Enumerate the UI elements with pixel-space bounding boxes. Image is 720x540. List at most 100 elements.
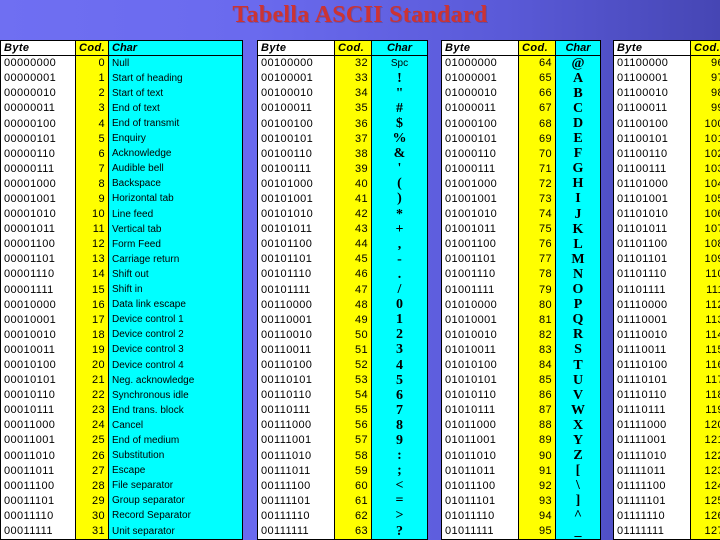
- table-row: 01101111111o: [614, 282, 720, 298]
- cell-byte: 00111010: [258, 448, 334, 464]
- table-row: 01010001 81 Q: [442, 312, 600, 328]
- cell-char: +: [372, 222, 427, 238]
- cell-code: 54: [334, 388, 372, 404]
- table-row: 00101001 41): [258, 191, 427, 208]
- cell-byte: 00001100: [1, 237, 75, 253]
- table-row: 00100010 34 ": [258, 86, 427, 102]
- cell-byte: 00100010: [258, 86, 334, 102]
- cell-code: 6: [75, 146, 109, 162]
- cell-code: 41: [334, 191, 372, 208]
- cell-byte: 00100100: [258, 116, 334, 132]
- cell-char: Form Feed: [109, 237, 242, 253]
- cell-code: 22: [75, 388, 109, 404]
- table-row: 00000001 1 Start of heading: [1, 71, 242, 87]
- cell-byte: 01111000: [614, 418, 690, 434]
- cell-byte: 01001011: [442, 222, 518, 238]
- table-row: 01110011115s: [614, 342, 720, 358]
- cell-byte: 00111101: [258, 493, 334, 509]
- table-row: 01111100124|: [614, 478, 720, 494]
- cell-byte: 01010000: [442, 297, 518, 313]
- cell-byte: 01110011: [614, 342, 690, 358]
- cell-code: 66: [518, 86, 556, 102]
- cell-char: Z: [556, 448, 600, 464]
- cell-char: Horizontal tab: [109, 191, 242, 208]
- cell-byte: 01011011: [442, 463, 518, 479]
- table-row: 01001001 73 I: [442, 191, 600, 208]
- cell-byte: 01010101: [442, 373, 518, 389]
- cell-code: 67: [518, 101, 556, 117]
- cell-code: 99: [690, 101, 720, 117]
- ascii-table-strip: Byte Cod. Char 00000000 0 Null 00000001 1 Start …: [0, 40, 720, 540]
- cell-code: 58: [334, 448, 372, 464]
- column-header-char: Char: [109, 41, 242, 57]
- column-header-char: Char: [556, 41, 600, 57]
- cell-code: 52: [334, 357, 372, 374]
- cell-char: I: [556, 191, 600, 208]
- cell-byte: 00011000: [1, 418, 75, 434]
- cell-char: ): [372, 191, 427, 208]
- cell-byte: 01001111: [442, 282, 518, 298]
- cell-byte: 01000011: [442, 101, 518, 117]
- column-header-byte: Byte: [1, 41, 75, 57]
- cell-code: 91: [518, 463, 556, 479]
- cell-byte: 01101101: [614, 252, 690, 268]
- cell-char: C: [556, 101, 600, 117]
- cell-byte: 00001000: [1, 176, 75, 192]
- cell-code: 101: [690, 131, 720, 147]
- cell-byte: 00110110: [258, 388, 334, 404]
- page-title: Tabella ASCII Standard: [232, 2, 488, 28]
- table-row: 01011011 91[: [442, 463, 600, 479]
- cell-code: 4: [75, 116, 109, 132]
- table-row: 01011010 90 Z: [442, 448, 600, 464]
- cell-byte: 01001100: [442, 237, 518, 253]
- cell-char: Substitution: [109, 448, 242, 464]
- block-gap: [428, 40, 441, 41]
- cell-code: 115: [690, 342, 720, 358]
- cell-byte: 00010001: [1, 312, 75, 328]
- table-row: 0110001098b: [614, 86, 720, 102]
- cell-code: 0: [75, 56, 109, 72]
- cell-byte: 00001010: [1, 207, 75, 223]
- cell-byte: 00100101: [258, 131, 334, 147]
- cell-char: R: [556, 327, 600, 343]
- cell-code: 19: [75, 342, 109, 358]
- cell-byte: 01000111: [442, 161, 518, 177]
- table-row: 01110010114r: [614, 327, 720, 343]
- cell-byte: 01000100: [442, 116, 518, 132]
- table-row: 01101000104h: [614, 176, 720, 192]
- column-header-cod: Cod.: [518, 41, 556, 57]
- cell-char: W: [556, 403, 600, 419]
- cell-byte: 00000000: [1, 56, 75, 72]
- cell-char: Shift in: [109, 282, 242, 298]
- cell-code: 11: [75, 222, 109, 238]
- table-row: 01000110 70 F: [442, 146, 600, 162]
- cell-byte: 01111011: [614, 463, 690, 479]
- cell-byte: 00100001: [258, 71, 334, 87]
- cell-byte: 00100011: [258, 101, 334, 117]
- table-row: 00000000 0 Null: [1, 56, 242, 72]
- table-row: 00011011 27 Escape: [1, 463, 242, 479]
- cell-code: 73: [518, 191, 556, 208]
- cell-char: Group separator: [109, 493, 242, 509]
- cell-code: 118: [690, 388, 720, 404]
- cell-code: 53: [334, 373, 372, 389]
- cell-char: ": [372, 86, 427, 102]
- cell-code: 96: [690, 56, 720, 72]
- table-row: 00001100 12 Form Feed: [1, 237, 242, 253]
- cell-byte: 01010111: [442, 403, 518, 419]
- cell-char: \: [556, 478, 600, 494]
- cell-code: 124: [690, 478, 720, 494]
- table-row: 01100110102f: [614, 146, 720, 162]
- cell-char: /: [372, 282, 427, 298]
- table-row: 01101110110n: [614, 267, 720, 283]
- cell-code: 87: [518, 403, 556, 419]
- cell-code: 81: [518, 312, 556, 328]
- cell-byte: 01000110: [442, 146, 518, 162]
- cell-code: 110: [690, 267, 720, 283]
- table-row: 01001100 76 L: [442, 237, 600, 253]
- cell-byte: 01111100: [614, 478, 690, 494]
- cell-code: 43: [334, 222, 372, 238]
- table-row: 00010010 18 Device control 2: [1, 327, 242, 343]
- cell-char: J: [556, 207, 600, 223]
- cell-char: End of text: [109, 101, 242, 117]
